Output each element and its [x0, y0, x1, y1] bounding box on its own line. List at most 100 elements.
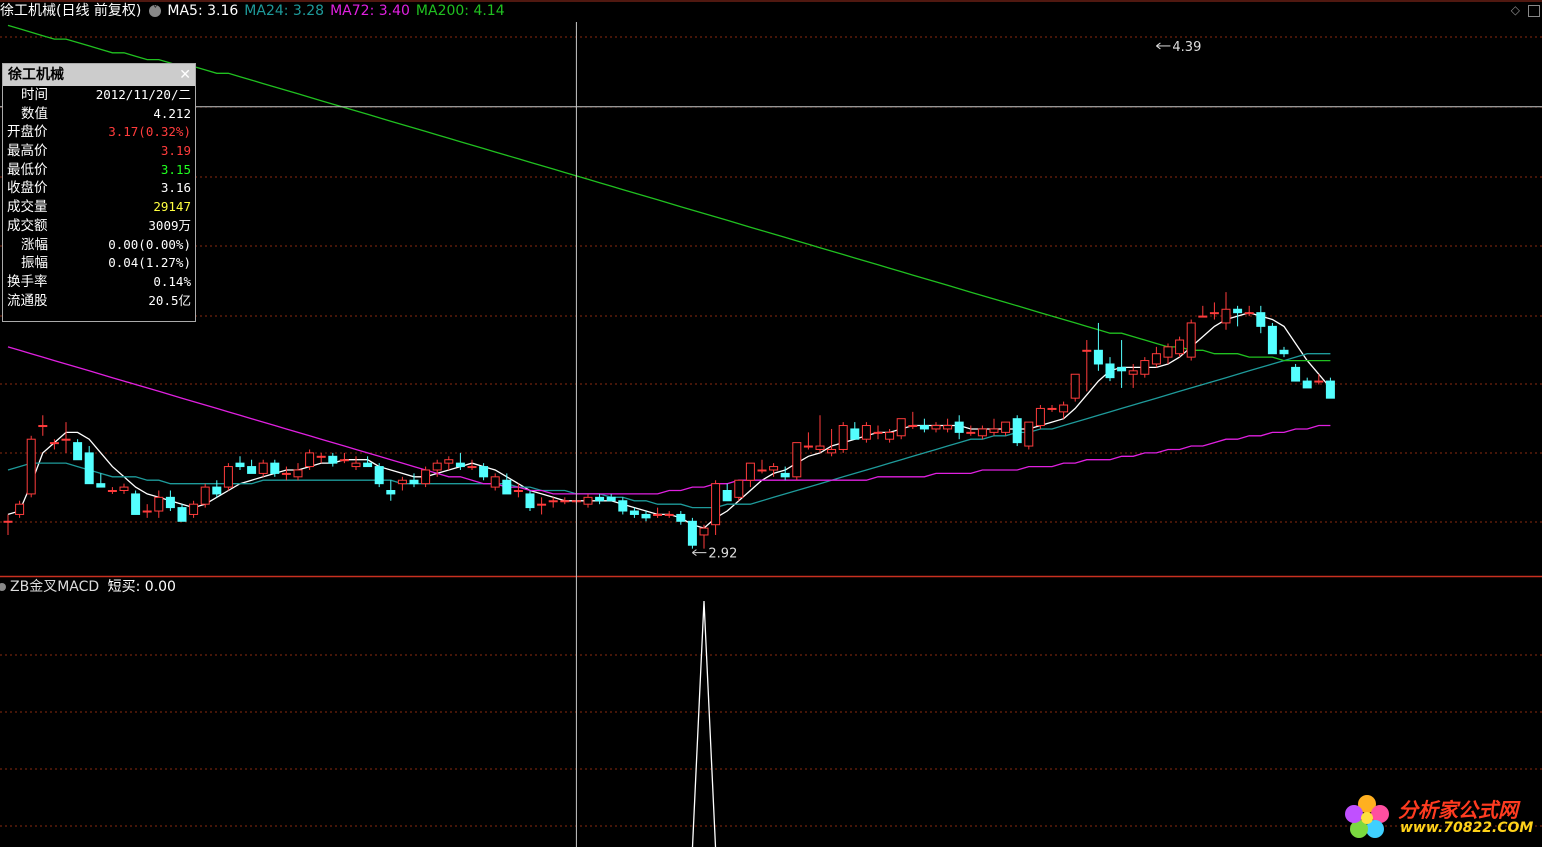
- candle-body-down: [687, 520, 697, 546]
- candle-body-up: [734, 479, 744, 498]
- candle-body-down: [641, 513, 651, 519]
- candle-body-down: [1233, 308, 1243, 314]
- info-row-value: 3.16: [160, 180, 191, 196]
- indicator-bar: ZB金叉MACD 短买: 0.00: [0, 577, 176, 597]
- candle-body-up: [189, 503, 199, 515]
- info-row-label: 流通股: [7, 292, 48, 309]
- chevron-down-icon[interactable]: ˅: [149, 5, 162, 17]
- candle-body-up: [316, 455, 326, 458]
- candle-body-up: [792, 442, 802, 478]
- candle-body-up: [803, 445, 813, 448]
- diamond-icon[interactable]: ◇: [1511, 3, 1520, 17]
- candle-body-up: [931, 425, 941, 430]
- info-row-value: 3.19: [160, 143, 191, 159]
- candle-body-up: [560, 500, 570, 503]
- candle-body-down: [270, 462, 280, 474]
- indicator-value: 短买: 0.00: [107, 579, 176, 595]
- candle-body-down: [363, 462, 373, 468]
- candle-body-down: [1291, 366, 1301, 382]
- info-row: 数值 4.212: [3, 105, 195, 124]
- candle-body-up: [1024, 421, 1034, 447]
- candle-body-up: [467, 466, 477, 469]
- candle-body-up: [664, 513, 674, 516]
- ma72-label: MA72: 3.40: [330, 3, 410, 19]
- candle-body-down: [502, 479, 512, 495]
- candle-body-up: [757, 469, 767, 472]
- info-row-label: 最高价: [7, 143, 48, 160]
- info-rows: 时间 2012/11/20/二 数值 4.212 开盘价 3.17(0.32%) 最高价 3.…: [3, 86, 195, 310]
- candle-body-down: [595, 496, 605, 502]
- candle-body-up: [1314, 380, 1324, 383]
- info-row-label: 开盘价: [7, 124, 48, 141]
- info-row-value: 0.04(1.27%): [108, 255, 191, 271]
- candle-body-up: [293, 469, 303, 478]
- candle-body-down: [96, 483, 106, 488]
- candle-body-down: [722, 490, 732, 502]
- candle-body-down: [606, 496, 616, 502]
- candle-body-up: [351, 462, 361, 468]
- info-row-value: 0.00(0.00%): [108, 236, 191, 252]
- candle-body-up: [1186, 322, 1196, 358]
- candle-body-down: [479, 466, 489, 478]
- candle-body-up: [142, 510, 152, 513]
- info-row-label: 收盘价: [7, 180, 48, 197]
- info-row: 成交额 3009万: [3, 217, 195, 236]
- info-row-value: 20.5亿: [148, 292, 191, 308]
- candle-body-up: [583, 496, 593, 505]
- info-row-value: 3.17(0.32%): [108, 124, 191, 140]
- candle-body-up: [769, 466, 779, 471]
- candle-body-up: [1221, 308, 1231, 324]
- candle-body-up: [1001, 421, 1011, 433]
- ma-line-ma24: [7, 353, 1331, 509]
- candle-body-up: [1035, 407, 1045, 427]
- ma200-label: MA200: 4.14: [415, 3, 505, 19]
- watermark-brand: 分析家公式网: [1398, 798, 1518, 822]
- info-row-label: 数值: [21, 105, 48, 122]
- candle-body-up: [943, 425, 953, 430]
- close-icon[interactable]: ✕: [179, 64, 191, 86]
- candle-body-down: [386, 490, 396, 495]
- candle-body-down: [629, 510, 639, 515]
- chart-root: 4.39 2.92: [0, 0, 1542, 847]
- candle-body-down: [525, 493, 535, 509]
- candle-body-up: [61, 438, 71, 441]
- candle-body-up: [339, 459, 349, 462]
- indicator-toggle-icon[interactable]: [0, 583, 6, 591]
- candle-body-down: [1267, 325, 1277, 355]
- candle-body-up: [258, 462, 268, 474]
- info-row-label: 成交量: [7, 199, 48, 216]
- candle-body-down: [954, 421, 964, 433]
- info-row-value: 3009万: [148, 217, 191, 233]
- candle-body-up: [26, 438, 36, 495]
- candle-body-down: [850, 428, 860, 440]
- ma-line-ma72: [7, 346, 1331, 495]
- candle-body-up: [537, 503, 547, 506]
- flower-logo-icon: [1345, 795, 1389, 838]
- stock-title[interactable]: 徐工机械(日线 前复权): [0, 3, 141, 19]
- candle-body-up: [154, 496, 164, 512]
- candle-body-down: [676, 513, 686, 522]
- candle-body-up: [1140, 360, 1150, 375]
- maximize-icon[interactable]: [1528, 4, 1540, 17]
- info-row-label: 换手率: [7, 273, 48, 290]
- candle-body-down: [177, 507, 187, 522]
- candle-body-up: [966, 431, 976, 434]
- candle-body-down: [374, 466, 384, 485]
- candle-body-up: [548, 500, 558, 503]
- indicator-name[interactable]: ZB金叉MACD: [10, 579, 99, 595]
- ma5-label: MA5: 3.16: [167, 3, 239, 19]
- info-row: 开盘价 3.17(0.32%): [3, 123, 195, 142]
- candle-body-up: [908, 425, 918, 428]
- candle-body-up: [421, 469, 431, 485]
- window-controls: ◇: [1503, 3, 1540, 17]
- info-row-value: 0.14%: [153, 273, 191, 289]
- info-row: 成交量 29147: [3, 198, 195, 217]
- annotation-label: 2.92: [708, 547, 737, 562]
- info-row: 振幅 0.04(1.27%): [3, 254, 195, 273]
- candle-body-up: [1244, 312, 1254, 315]
- candle-body-down: [212, 486, 222, 495]
- info-row: 最高价 3.19: [3, 142, 195, 161]
- candle-body-down: [1105, 363, 1115, 379]
- candle-body-up: [1151, 353, 1161, 365]
- ma24-label: MA24: 3.28: [244, 3, 325, 19]
